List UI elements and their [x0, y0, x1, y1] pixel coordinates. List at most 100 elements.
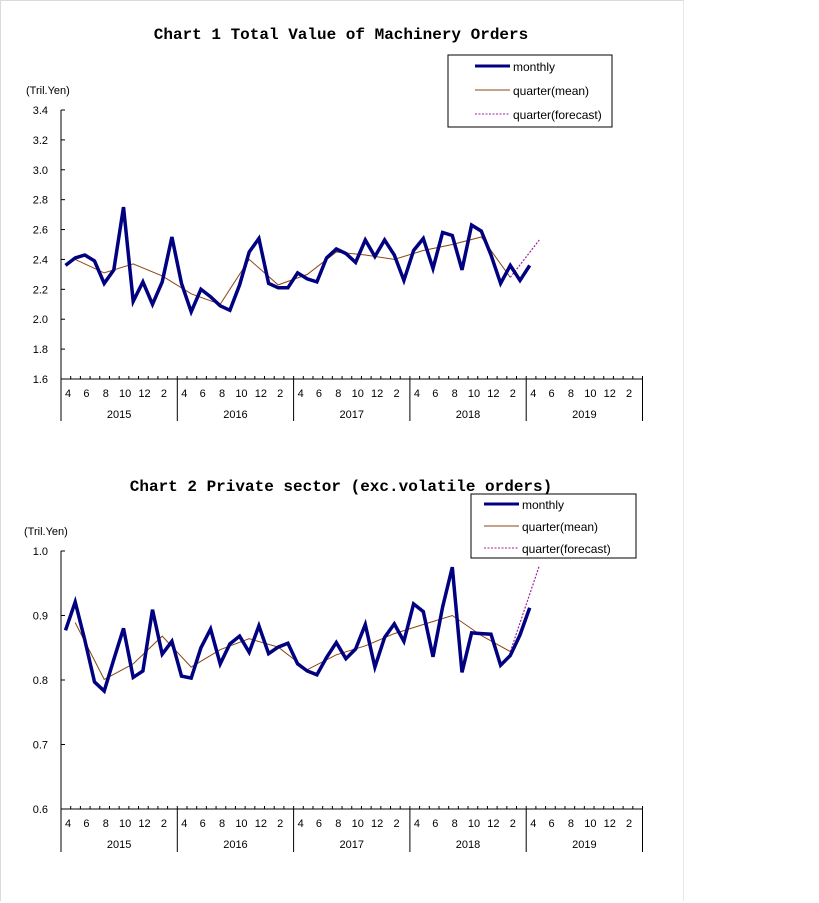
- month-label: 12: [604, 388, 616, 400]
- y-tick-label: 2.2: [33, 284, 48, 296]
- y-tick-label: 3.0: [33, 165, 48, 177]
- month-label: 12: [487, 388, 499, 400]
- y-tick-label: 1.0: [33, 546, 48, 558]
- year-label: 2018: [456, 839, 480, 851]
- y-tick-label: 3.2: [33, 135, 48, 147]
- axes: [60, 109, 643, 421]
- month-label: 2: [393, 818, 399, 830]
- y-tick-label: 0.9: [33, 611, 48, 623]
- month-label: 4: [181, 818, 187, 830]
- series-group: [64, 206, 540, 317]
- x-tick-labels: 20154 6 8 10 12 220164 6 8 10 12 220174 6 8 10 12 22018…: [65, 388, 632, 421]
- month-label: 10: [235, 388, 247, 400]
- year-label: 2015: [107, 409, 131, 421]
- x-tick-labels: 20154 6 8 10 12 220164 6 8 10 12 220174 6 8 10 12 22018…: [65, 818, 632, 851]
- y-tick-label: 1.8: [33, 344, 48, 356]
- month-label: 4: [530, 818, 536, 830]
- month-label: 8: [103, 818, 109, 830]
- month-label: 10: [352, 818, 364, 830]
- year-label: 2018: [456, 409, 480, 421]
- month-label: 6: [83, 388, 89, 400]
- year-label: 2017: [340, 409, 364, 421]
- month-label: 6: [83, 818, 89, 830]
- legend-quarter-forecast-label: quarter(forecast): [513, 108, 602, 122]
- month-label: 12: [255, 388, 267, 400]
- chart-2: Chart 2 Private sector (exc.volatile ord…: [24, 478, 643, 852]
- month-label: 4: [530, 388, 536, 400]
- y-tick-label: 1.6: [33, 374, 48, 386]
- y-tick-labels: 1.0 0.9 0.8 0.7 0.6: [33, 546, 48, 816]
- y-tick-label: 2.4: [33, 254, 48, 266]
- legend-monthly-label: monthly: [522, 498, 564, 512]
- month-label: 12: [138, 388, 150, 400]
- axes: [60, 550, 643, 852]
- month-label: 2: [393, 388, 399, 400]
- month-label: 2: [510, 818, 516, 830]
- legend-monthly-label: monthly: [513, 60, 555, 74]
- month-label: 4: [298, 388, 304, 400]
- month-label: 10: [584, 818, 596, 830]
- charts-canvas: Chart 1 Total Value of Machinery Orders …: [24, 26, 643, 852]
- month-label: 10: [235, 818, 247, 830]
- monthly-series-line: [63, 566, 532, 695]
- year-label: 2019: [572, 409, 596, 421]
- y-tick-label: 0.7: [33, 740, 48, 752]
- month-label: 4: [65, 388, 71, 400]
- month-label: 6: [316, 818, 322, 830]
- month-label: 10: [468, 818, 480, 830]
- legend-quarter-mean-label: quarter(mean): [513, 84, 589, 98]
- month-label: 8: [103, 388, 109, 400]
- month-label: 10: [119, 388, 131, 400]
- month-label: 4: [414, 818, 420, 830]
- y-tick-label: 2.0: [33, 314, 48, 326]
- month-label: 6: [432, 388, 438, 400]
- month-label: 12: [604, 818, 616, 830]
- y-tick-label: 0.6: [33, 804, 48, 816]
- legend-quarter-mean-label: quarter(mean): [522, 520, 598, 534]
- month-label: 12: [138, 818, 150, 830]
- y-tick-label: 0.8: [33, 675, 48, 687]
- month-label: 6: [200, 818, 206, 830]
- quarter-mean-series-line: [74, 236, 511, 305]
- year-label: 2016: [223, 839, 247, 851]
- month-label: 4: [414, 388, 420, 400]
- year-label: 2015: [107, 839, 131, 851]
- quarter-forecast-series-line: [509, 565, 540, 652]
- chart-title: Chart 2 Private sector (exc.volatile ord…: [130, 478, 552, 496]
- month-label: 8: [568, 818, 574, 830]
- month-label: 2: [510, 388, 516, 400]
- year-label: 2017: [340, 839, 364, 851]
- month-label: 8: [452, 388, 458, 400]
- month-label: 6: [432, 818, 438, 830]
- y-tick-labels: 3.4 3.2 3.0 2.8 2.6 2.4 2.2 2.0 1.8 1.6: [33, 105, 48, 386]
- month-label: 10: [468, 388, 480, 400]
- y-axis-unit-label: (Tril.Yen): [26, 85, 70, 97]
- y-tick-label: 2.8: [33, 195, 48, 207]
- y-axis-unit-label: (Tril.Yen): [24, 526, 68, 538]
- month-label: 10: [352, 388, 364, 400]
- month-label: 4: [298, 818, 304, 830]
- month-label: 8: [568, 388, 574, 400]
- month-label: 8: [452, 818, 458, 830]
- month-label: 2: [626, 818, 632, 830]
- month-label: 10: [584, 388, 596, 400]
- monthly-series-line: [64, 206, 532, 317]
- series-group: [63, 565, 540, 695]
- month-label: 6: [200, 388, 206, 400]
- legend-quarter-forecast-label: quarter(forecast): [522, 542, 611, 556]
- month-label: 2: [161, 818, 167, 830]
- month-label: 4: [65, 818, 71, 830]
- chart-1: Chart 1 Total Value of Machinery Orders …: [26, 26, 643, 421]
- month-label: 12: [371, 388, 383, 400]
- quarter-mean-series-line: [74, 614, 511, 681]
- month-label: 8: [219, 388, 225, 400]
- y-tick-label: 3.4: [33, 105, 48, 117]
- month-label: 2: [626, 388, 632, 400]
- month-label: 10: [119, 818, 131, 830]
- legend: monthly quarter(mean) quarter(forecast): [470, 493, 637, 559]
- month-label: 4: [181, 388, 187, 400]
- month-label: 12: [255, 818, 267, 830]
- month-label: 6: [549, 388, 555, 400]
- year-label: 2016: [223, 409, 247, 421]
- month-label: 6: [316, 388, 322, 400]
